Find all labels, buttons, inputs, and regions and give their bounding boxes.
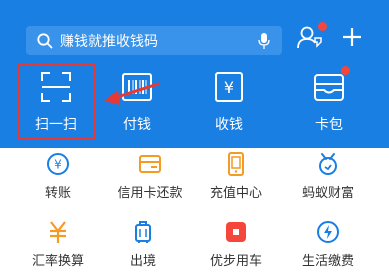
transfer-button[interactable]: ¥ 转账 (10, 152, 106, 212)
recharge-center-button[interactable]: 充值中心 (188, 152, 284, 212)
svg-text:¥: ¥ (224, 78, 234, 97)
card-wallet-badge (341, 66, 350, 75)
exchange-rate-label: 汇率换算 (31, 254, 84, 269)
microphone-icon[interactable] (258, 32, 270, 50)
uber-button[interactable]: 优步用车 (188, 220, 284, 280)
ant-fortune-label: 蚂蚁财富 (301, 186, 354, 201)
utility-bill-icon (317, 221, 339, 243)
recharge-center-label: 充值中心 (209, 186, 262, 201)
card-wallet-label: 卡包 (315, 117, 343, 133)
uber-icon (226, 222, 246, 242)
svg-text:¥: ¥ (54, 158, 62, 172)
utility-bill-label: 生活缴费 (301, 254, 354, 269)
utility-bill-button[interactable]: 生活缴费 (280, 220, 376, 280)
scan-highlight-box (18, 63, 95, 140)
ant-fortune-icon (319, 153, 337, 175)
receive-money-icon: ¥ (215, 72, 243, 102)
credit-card-icon (139, 155, 161, 173)
transfer-label: 转账 (44, 186, 71, 201)
search-icon (37, 32, 53, 48)
red-arrow-icon (104, 82, 160, 105)
card-wallet-button[interactable]: 卡包 (289, 66, 369, 142)
exchange-rate-button[interactable]: 汇率换算 (10, 220, 106, 280)
phone-icon (228, 152, 244, 176)
pay-label: 付钱 (123, 117, 151, 133)
search-bar[interactable]: 赚钱就推收钱码 (26, 26, 282, 55)
credit-card-repay-button[interactable]: 信用卡还款 (102, 152, 198, 212)
outbound-travel-button[interactable]: 出境 (95, 220, 191, 280)
card-wallet-icon (314, 74, 344, 101)
exchange-rate-icon (50, 221, 66, 243)
ant-fortune-button[interactable]: 蚂蚁财富 (280, 152, 376, 212)
search-placeholder: 赚钱就推收钱码 (60, 33, 158, 50)
plus-icon[interactable] (337, 22, 367, 52)
outbound-travel-label: 出境 (129, 254, 156, 269)
receive-money-button[interactable]: ¥ 收钱 (189, 66, 269, 142)
transfer-icon: ¥ (47, 153, 69, 175)
notification-badge (318, 22, 327, 31)
uber-label: 优步用车 (209, 254, 262, 269)
luggage-icon (135, 221, 151, 243)
receive-money-label: 收钱 (215, 117, 243, 133)
credit-card-repay-label: 信用卡还款 (117, 186, 183, 201)
